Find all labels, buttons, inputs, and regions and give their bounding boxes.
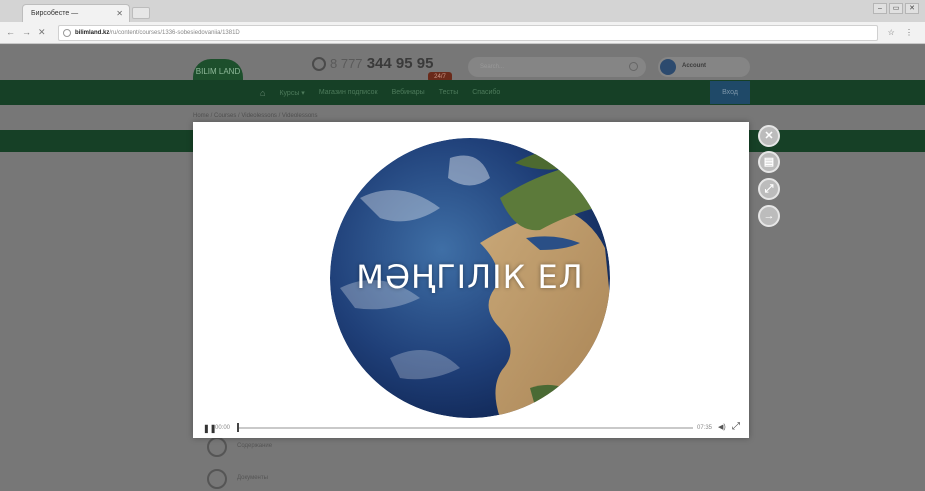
url-path: /ru/content/courses/1336-sobesiedovaniia… [109, 30, 240, 36]
contents-icon [207, 437, 227, 457]
phone-number: 8 777 344 95 95 [330, 55, 433, 72]
video-lightbox: МӘҢГІЛІК ЕЛ ❚❚ 00:00 07:35 ◀) ⤢ [193, 122, 749, 438]
menu-item-webinars[interactable]: Вебинары [392, 89, 425, 98]
window-controls: – ▭ ✕ [873, 3, 919, 14]
volume-icon[interactable]: ◀) [718, 423, 726, 431]
address-field[interactable]: bilimland.kz/ru/content/courses/1336-sob… [58, 25, 878, 41]
account-name: Account [682, 63, 706, 69]
side-item-documents[interactable]: Документы [207, 469, 387, 489]
new-tab-button[interactable] [132, 7, 150, 19]
bookmark-star-icon[interactable]: ☆ ⋮ [888, 28, 917, 37]
browser-tab[interactable]: Бирсобесте — ✕ [22, 4, 130, 22]
progress-track[interactable] [237, 427, 693, 429]
side-item-label: Содержание [237, 443, 273, 449]
menu-item-courses[interactable]: Курсы ▾ [279, 89, 304, 98]
home-icon[interactable]: ⌂ [260, 88, 265, 98]
avatar [660, 59, 676, 75]
browser-tab-bar: Бирсобесте — ✕ – ▭ ✕ [0, 0, 925, 22]
tab-title: Бирсобесте — [31, 10, 83, 17]
search-icon[interactable] [629, 62, 638, 71]
phone-prefix: 8 777 [330, 56, 363, 71]
grid-button[interactable]: ▤ [758, 151, 780, 173]
progress-handle[interactable] [237, 423, 239, 432]
url-domain: bilimland.kz [75, 30, 110, 36]
phone-digits: 344 95 95 [366, 55, 434, 72]
menu-item-tests[interactable]: Тесты [439, 89, 459, 98]
close-lightbox-button[interactable]: ✕ [758, 125, 780, 147]
grid-icon: ▤ [763, 156, 775, 168]
site-search-input[interactable]: Search... [468, 57, 646, 77]
documents-icon [207, 469, 227, 489]
phone-icon [312, 57, 326, 71]
tab-close-icon[interactable]: ✕ [116, 9, 123, 18]
login-button[interactable]: Вход [710, 81, 750, 104]
slide-title: МӘҢГІЛІК ЕЛ [356, 258, 584, 296]
browser-url-bar: ← → ✕ bilimland.kz/ru/content/courses/13… [0, 22, 925, 44]
breadcrumb[interactable]: Home / Courses / Videolessons / Videoles… [193, 113, 318, 119]
duration: 07:35 [697, 425, 713, 431]
close-icon: ✕ [764, 130, 774, 142]
next-icon: → [763, 210, 775, 222]
back-button[interactable]: ← [6, 27, 15, 37]
expand-button[interactable]: ⤢ [758, 178, 780, 200]
side-item-label: Документы [237, 475, 268, 481]
main-menu: ⌂ Курсы ▾ Магазин подписок Вебинары Тест… [260, 88, 500, 98]
minimize-button[interactable]: – [873, 3, 887, 14]
account-menu[interactable]: Account [658, 57, 750, 77]
menu-item-shop[interactable]: Магазин подписок [319, 89, 378, 98]
current-time: 00:00 [215, 425, 231, 431]
search-placeholder: Search... [480, 64, 505, 70]
close-window-button[interactable]: ✕ [905, 3, 919, 14]
menu-item-thanks[interactable]: Спасибо [472, 89, 500, 98]
maximize-button[interactable]: ▭ [889, 3, 903, 14]
info-icon[interactable] [63, 29, 71, 37]
video-controls: ❚❚ 00:00 07:35 ◀) ⤢ [193, 418, 749, 438]
forward-button[interactable]: → [22, 27, 31, 37]
next-button[interactable]: → [758, 205, 780, 227]
video-frame[interactable]: МӘҢГІЛІК ЕЛ [330, 138, 610, 418]
side-item-contents[interactable]: Содержание [207, 437, 387, 457]
fullscreen-icon[interactable]: ⤢ [732, 421, 740, 432]
expand-icon: ⤢ [764, 183, 774, 195]
reload-button[interactable]: ✕ [38, 27, 46, 38]
